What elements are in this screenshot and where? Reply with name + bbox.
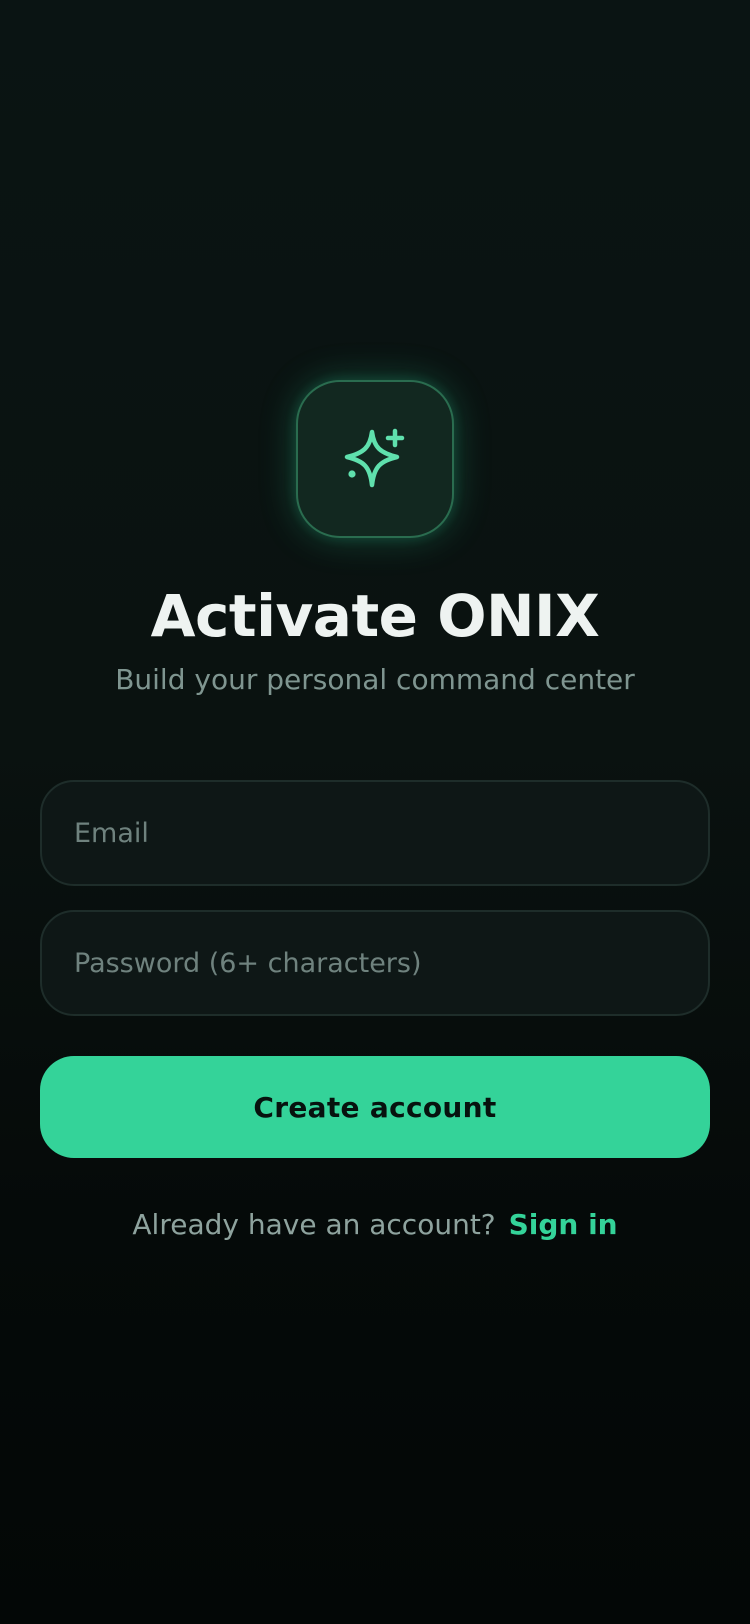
app-logo-tile: [296, 380, 454, 538]
signin-prompt: Already have an account? Sign in: [0, 1205, 750, 1245]
sign-in-link[interactable]: Sign in: [509, 1208, 618, 1241]
page-title: Activate ONIX: [150, 582, 600, 650]
email-field[interactable]: [40, 780, 710, 886]
sparkle-icon: [344, 428, 405, 488]
signup-screen: Activate ONIX Build your personal comman…: [0, 0, 750, 1624]
signin-prompt-text: Already have an account?: [132, 1208, 496, 1241]
password-field[interactable]: [40, 910, 710, 1016]
page-subtitle: Build your personal command center: [115, 663, 635, 696]
create-account-button[interactable]: Create account: [40, 1056, 710, 1158]
